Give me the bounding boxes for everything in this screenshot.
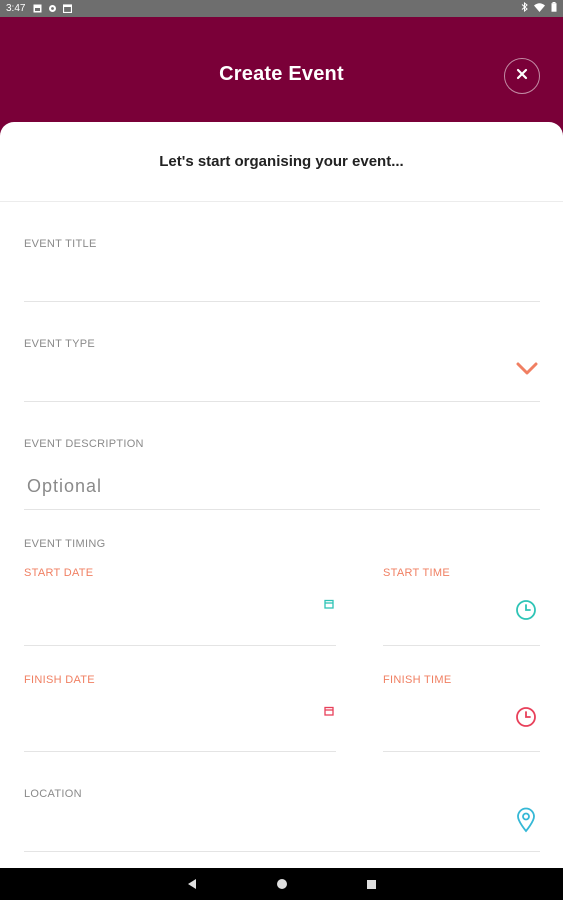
page-title: Create Event: [219, 63, 344, 85]
gear-icon: [48, 4, 57, 13]
event-description-placeholder[interactable]: Optional: [27, 476, 540, 497]
close-button[interactable]: [504, 58, 540, 94]
bluetooth-icon: [521, 1, 528, 15]
calendar-icon[interactable]: [324, 596, 334, 614]
event-title-label: EVENT TITLE: [24, 238, 97, 250]
clock-icon[interactable]: [515, 599, 537, 626]
start-date-label: START DATE: [24, 567, 94, 579]
event-title-field[interactable]: EVENT TITLE: [24, 238, 540, 302]
battery-icon: [551, 2, 557, 15]
clock-icon[interactable]: [515, 706, 537, 733]
sheet-header: Let's start organising your event...: [0, 122, 563, 202]
app-header: Create Event: [0, 17, 563, 122]
finish-time-label: FINISH TIME: [383, 674, 452, 686]
status-time: 3:47: [6, 3, 26, 14]
event-type-label: EVENT TYPE: [24, 338, 96, 350]
system-nav-bar: [0, 868, 563, 900]
create-event-sheet: Let's start organising your event... EVE…: [0, 122, 563, 868]
event-title-input[interactable]: [24, 250, 540, 288]
finish-date-label: FINISH DATE: [24, 674, 95, 686]
start-date-field[interactable]: START DATE: [24, 567, 336, 646]
location-label: LOCATION: [24, 788, 82, 800]
event-description-label: EVENT DESCRIPTION: [24, 438, 144, 450]
calendar-icon: [63, 4, 73, 14]
location-field[interactable]: LOCATION: [24, 788, 540, 852]
event-description-field[interactable]: EVENT DESCRIPTION Optional: [24, 438, 540, 510]
event-timing-label: EVENT TIMING: [24, 538, 106, 550]
form-subtitle: Let's start organising your event...: [159, 153, 404, 170]
close-icon: [516, 67, 528, 85]
home-icon[interactable]: [272, 874, 292, 894]
recents-icon[interactable]: [362, 874, 382, 894]
status-bar: 3:47: [0, 0, 563, 17]
finish-time-field[interactable]: FINISH TIME: [383, 674, 540, 752]
start-time-label: START TIME: [383, 567, 450, 579]
calendar-icon[interactable]: [324, 703, 334, 721]
image-icon: [33, 4, 42, 13]
event-type-dropdown[interactable]: EVENT TYPE: [24, 338, 540, 402]
start-time-field[interactable]: START TIME: [383, 567, 540, 646]
location-pin-icon[interactable]: [516, 807, 536, 838]
back-icon[interactable]: [182, 874, 202, 894]
finish-date-field[interactable]: FINISH DATE: [24, 674, 336, 752]
wifi-icon: [534, 2, 545, 15]
chevron-down-icon[interactable]: [516, 362, 538, 381]
